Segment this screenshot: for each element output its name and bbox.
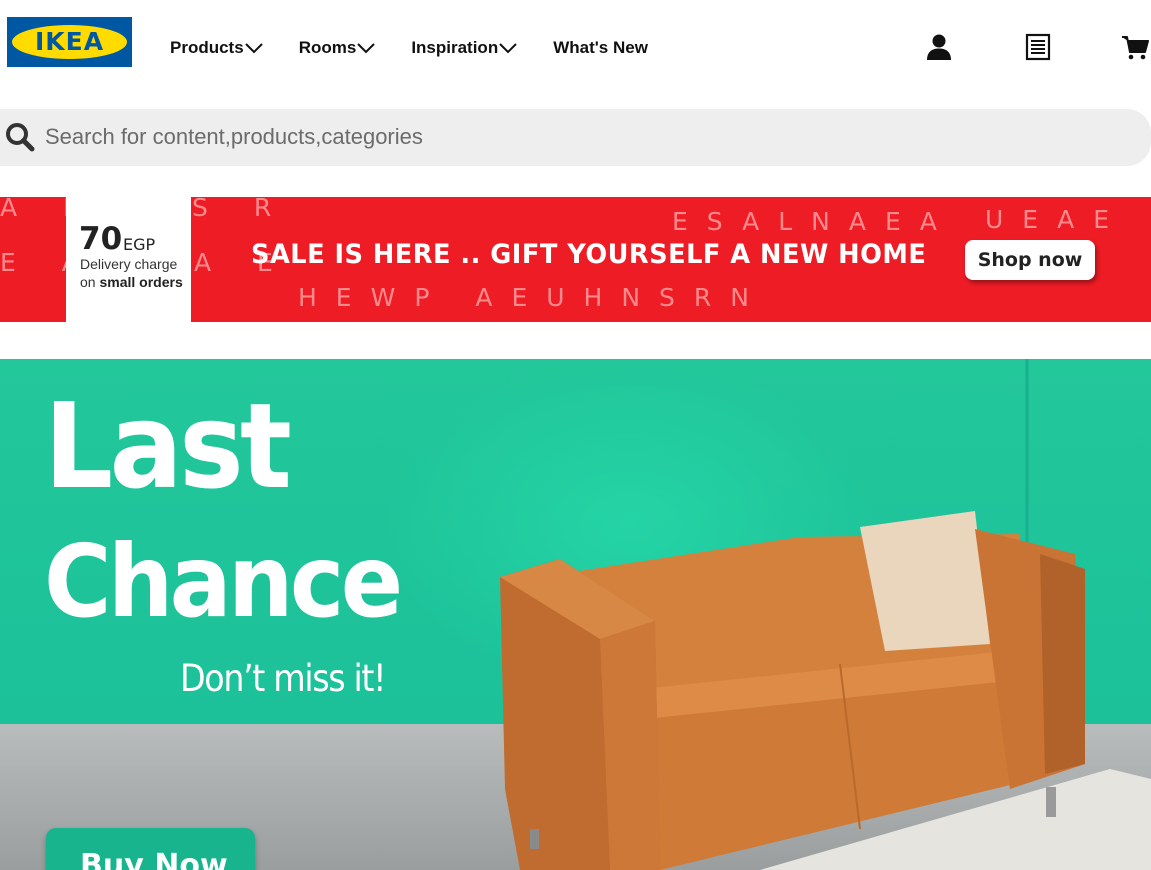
banner-bg-letters: S R xyxy=(192,197,291,222)
delivery-line2: on small orders xyxy=(80,274,183,290)
nav-rooms-label: Rooms xyxy=(298,38,357,57)
shop-now-button[interactable]: Shop now xyxy=(965,240,1095,280)
nav-products-label: Products xyxy=(170,38,244,57)
logo-text: IKEA xyxy=(34,27,105,56)
delivery-line2-prefix: on xyxy=(80,274,96,290)
delivery-currency: EGP xyxy=(123,235,156,254)
nav-whats-new-label: What's New xyxy=(553,38,648,57)
delivery-line2-bold: small orders xyxy=(99,274,183,290)
nav-whats-new[interactable]: What's New xyxy=(553,38,648,58)
delivery-line1: Delivery charge xyxy=(80,256,178,272)
delivery-charge-box: 70 EGP Delivery charge on small orders xyxy=(66,197,191,322)
delivery-amount: 70 xyxy=(79,221,123,257)
hero-title-line1: Last xyxy=(44,377,292,515)
search-icon[interactable] xyxy=(4,121,36,153)
hero-title-line2: Chance xyxy=(44,523,403,640)
user-icon[interactable] xyxy=(925,33,953,61)
buy-now-label: Buy Now xyxy=(80,848,228,870)
nav-rooms[interactable]: Rooms xyxy=(299,38,376,58)
chevron-down-icon xyxy=(244,42,263,53)
banner-bg-letters: UEAE xyxy=(985,205,1128,234)
chevron-down-icon xyxy=(499,42,517,53)
hero-subtitle: Don’t miss it! xyxy=(180,657,386,700)
hero-banner[interactable]: Last Chance Don’t miss it! Buy Now xyxy=(0,359,1151,870)
sale-headline: SALE IS HERE .. GIFT YOURSELF A NEW HOME xyxy=(251,239,927,270)
chevron-down-icon xyxy=(357,42,376,53)
buy-now-button[interactable]: Buy Now xyxy=(46,828,255,870)
ikea-logo[interactable]: IKEA xyxy=(7,17,132,67)
list-icon[interactable] xyxy=(1024,33,1052,61)
cart-icon[interactable] xyxy=(1121,33,1149,61)
main-nav: Products Rooms Inspiration What's New xyxy=(170,34,684,62)
nav-inspiration-label: Inspiration xyxy=(411,38,499,57)
nav-inspiration[interactable]: Inspiration xyxy=(411,38,517,58)
banner-bg-letters: ESALNAEA xyxy=(672,207,956,236)
search-bar xyxy=(0,109,1151,166)
search-input[interactable] xyxy=(45,119,745,155)
banner-bg-letters: HEWP AEUHNSRN xyxy=(298,283,768,312)
promo-banner[interactable]: A E S R E A A E ESALNAEA UEAE HEWP AEUHN… xyxy=(0,197,1151,322)
nav-products[interactable]: Products xyxy=(170,38,263,58)
